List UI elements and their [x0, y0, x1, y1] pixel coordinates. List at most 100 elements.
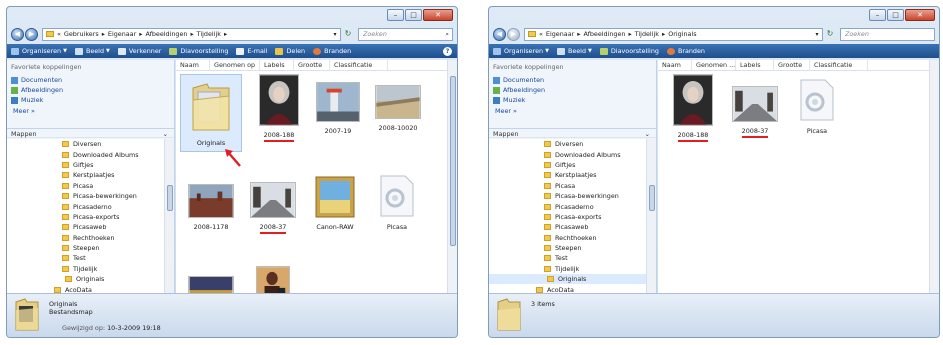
file-list-scrollbar[interactable] [447, 60, 457, 293]
view-button[interactable]: Beeld ▼ [556, 47, 592, 55]
address-dropdown-icon[interactable]: ▾ [812, 31, 822, 38]
slideshow-button[interactable]: Diavoorstelling [599, 47, 659, 55]
tree-item[interactable]: Test [7, 253, 164, 263]
column-naam[interactable]: Naam [658, 60, 692, 70]
file-item-2008-37[interactable]: 2008-37 [724, 74, 786, 138]
file-item-partial[interactable] [242, 266, 304, 293]
column-labels[interactable]: Labels [260, 60, 294, 70]
tree-scrollbar[interactable] [164, 139, 174, 293]
view-button[interactable]: Beeld ▼ [74, 47, 110, 55]
scroll-thumb[interactable] [450, 76, 456, 246]
favorite-muziek[interactable]: Muziek [7, 95, 174, 105]
column-labels[interactable]: Labels [736, 60, 774, 70]
folders-header[interactable]: Mappen ⌄ [489, 128, 656, 138]
burn-button[interactable]: Branden [666, 47, 705, 55]
file-item-partial[interactable] [180, 266, 242, 293]
file-item-picasa[interactable]: Picasa [366, 170, 428, 231]
file-item-2008-37[interactable]: 2008-37 [242, 170, 304, 234]
close-button[interactable]: ✕ [905, 9, 935, 21]
tree-item[interactable]: Picasa [7, 181, 164, 191]
tree-item[interactable]: Steepen [489, 243, 646, 253]
maximize-button[interactable]: □ [405, 9, 422, 21]
tree-item[interactable]: Rechthoeken [489, 233, 646, 243]
address-bar[interactable]: « Gebruikers ▸ Eigenaar ▸ Afbeeldingen ▸… [42, 27, 341, 41]
burn-button[interactable]: Branden [313, 47, 351, 55]
tree-item[interactable]: Giftjes [489, 160, 646, 170]
back-button[interactable]: ◀ [493, 27, 506, 41]
tree-item[interactable]: Picasa [489, 181, 646, 191]
breadcrumb-tijdelijk[interactable]: Tijdelijk [635, 30, 659, 38]
tree-item[interactable]: Picasaderno [7, 201, 164, 211]
tree-item[interactable]: Originals [489, 274, 646, 285]
favorite-afbeeldingen[interactable]: Afbeeldingen [489, 85, 656, 95]
tree-item[interactable]: Tijdelijk [7, 264, 164, 274]
organize-button[interactable]: Organiseren ▼ [493, 47, 549, 55]
tree-item[interactable]: Kerstplaatjes [489, 170, 646, 180]
address-dropdown-icon[interactable]: ▾ [330, 31, 340, 38]
file-item-2008-188[interactable]: 2008-188 [662, 74, 724, 142]
scroll-thumb[interactable] [649, 185, 655, 211]
minimize-button[interactable]: – [387, 9, 404, 21]
tree-item[interactable]: Diversen [489, 139, 646, 149]
tree-item[interactable]: AcoData [489, 284, 646, 293]
forward-button[interactable]: ▶ [507, 27, 520, 41]
share-button[interactable]: Delen [275, 47, 305, 55]
favorite-documenten[interactable]: Documenten [489, 75, 656, 85]
tree-item[interactable]: Picasaweb [7, 222, 164, 232]
minimize-button[interactable]: – [869, 9, 886, 21]
column-grootte[interactable]: Grootte [774, 60, 810, 70]
address-bar[interactable]: « Eigenaar ▸ Afbeeldingen ▸ Tijdelijk ▸ … [524, 27, 823, 41]
tree-item[interactable]: Picasaweb [489, 222, 646, 232]
tree-item[interactable]: Tijdelijk [489, 264, 646, 274]
breadcrumb-gebruikers[interactable]: Gebruikers [64, 30, 99, 38]
email-button[interactable]: E-mail [236, 47, 267, 55]
search-input[interactable]: Zoeken [840, 27, 935, 41]
help-icon[interactable]: ? [443, 46, 452, 56]
more-link[interactable]: Meer » [489, 105, 656, 117]
tree-item[interactable]: Originals [7, 274, 164, 284]
file-item-picasa[interactable]: Picasa [786, 74, 848, 135]
explorer-button[interactable]: Verkenner [117, 47, 161, 55]
breadcrumb-tijdelijk[interactable]: Tijdelijk [197, 30, 221, 38]
more-link[interactable]: Meer » [7, 105, 174, 117]
tree-item[interactable]: Steepen [7, 243, 164, 253]
file-item-2007-19[interactable]: 2007-19 [307, 74, 369, 135]
favorite-documenten[interactable]: Documenten [7, 75, 174, 85]
file-list-scrollbar[interactable] [929, 60, 939, 293]
search-input[interactable]: Zoeken ⌕ [358, 27, 453, 41]
folders-header[interactable]: Mappen ⌄ [7, 128, 174, 138]
favorite-muziek[interactable]: Muziek [489, 95, 656, 105]
tree-item[interactable]: Kerstplaatjes [7, 170, 164, 180]
tree-item[interactable]: Picasa-exports [489, 212, 646, 222]
back-button[interactable]: ◀ [11, 27, 24, 41]
tree-item[interactable]: Downloaded Albums [7, 149, 164, 159]
breadcrumb-eigenaar[interactable]: Eigenaar [108, 30, 136, 38]
breadcrumb-afbeeldingen[interactable]: Afbeeldingen [145, 30, 187, 38]
file-item-2008-188[interactable]: 2008-188 [248, 74, 310, 142]
tree-item[interactable]: Diversen [7, 139, 164, 149]
tree-item[interactable]: Downloaded Albums [489, 149, 646, 159]
column-classificatie[interactable]: Classificatie [810, 60, 868, 70]
column-naam[interactable]: Naam [176, 60, 210, 70]
favorite-afbeeldingen[interactable]: Afbeeldingen [7, 85, 174, 95]
scroll-thumb[interactable] [167, 185, 173, 211]
tree-item[interactable]: Giftjes [7, 160, 164, 170]
breadcrumb-eigenaar[interactable]: Eigenaar [546, 30, 574, 38]
maximize-button[interactable]: □ [887, 9, 904, 21]
file-item-2008-10020[interactable]: 2008-10020 [367, 74, 429, 132]
file-item-originals[interactable]: Originals [180, 74, 242, 152]
file-item-canon-raw[interactable]: Canon-RAW [304, 170, 366, 231]
search-icon[interactable]: ⌕ [445, 29, 449, 40]
close-button[interactable]: ✕ [423, 9, 453, 21]
file-item-2008-1178[interactable]: 2008-1178 [180, 170, 242, 231]
tree-item[interactable]: Picasa-exports [7, 212, 164, 222]
tree-item[interactable]: Test [489, 253, 646, 263]
slideshow-button[interactable]: Diavoorstelling [169, 47, 228, 55]
tree-scrollbar[interactable] [646, 139, 656, 293]
column-genomen-op[interactable]: Genomen op [210, 60, 260, 70]
forward-button[interactable]: ▶ [25, 27, 38, 41]
tree-item[interactable]: Picasaderno [489, 201, 646, 211]
refresh-icon[interactable]: ↻ [341, 28, 355, 41]
column-classificatie[interactable]: Classificatie [330, 60, 388, 70]
tree-item[interactable]: Picasa-bewerkingen [7, 191, 164, 201]
